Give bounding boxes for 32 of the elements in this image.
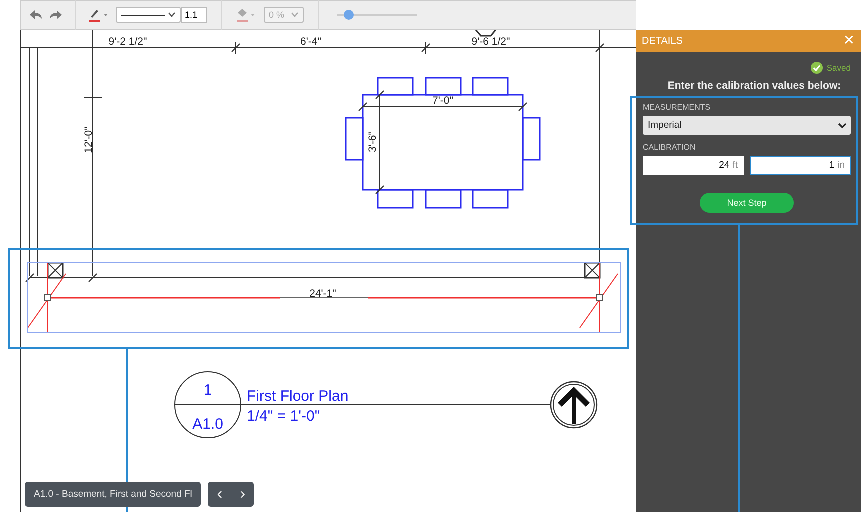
dimension-label: 9'-6 1/2"	[472, 36, 510, 48]
pen-color-icon[interactable]	[88, 8, 110, 22]
sheet-selector-button[interactable]: A1.0 - Basement, First and Second Fl	[25, 482, 202, 507]
dimension-label: 24'-1"	[310, 288, 336, 300]
dimension-label: 7'-0"	[432, 95, 454, 107]
measurements-label: MEASUREMENTS	[643, 103, 712, 112]
sheet-number: A1.0	[192, 416, 224, 433]
calibration-field[interactable]: 1 in	[750, 156, 851, 175]
calibration-heading: Enter the calibration values below:	[666, 80, 842, 92]
dimension-label: 3'-6"	[367, 132, 379, 152]
undo-icon[interactable]	[29, 9, 43, 21]
calibration-field[interactable]: 24 ft	[643, 156, 744, 175]
caret-icon	[168, 12, 176, 18]
measurements-select[interactable]: Imperial	[643, 116, 851, 135]
drawing-scale: 1/4" = 1'-0"	[247, 408, 320, 425]
panel-title: DETAILS	[642, 36, 683, 46]
dimension-label: 12'-0"	[83, 126, 95, 154]
slider-thumb[interactable]	[344, 10, 354, 20]
dimension-label: 9'-2 1/2"	[108, 36, 148, 48]
drawing-title: First Floor Plan	[247, 388, 349, 405]
dimension-label: 6'-4"	[300, 36, 322, 48]
caret-icon	[838, 122, 847, 128]
detail-number: 1	[204, 382, 212, 399]
line-style-select[interactable]	[116, 7, 181, 23]
redo-icon[interactable]	[49, 9, 63, 21]
previous-sheet-button[interactable]: ‹	[208, 482, 232, 507]
calibration-label: CALIBRATION	[643, 143, 697, 152]
line-width-field[interactable]: 1.1	[181, 7, 207, 23]
saved-status: Saved	[826, 63, 851, 73]
caret-icon	[291, 12, 299, 18]
check-icon	[810, 62, 823, 74]
next-sheet-button[interactable]: ›	[231, 482, 254, 507]
